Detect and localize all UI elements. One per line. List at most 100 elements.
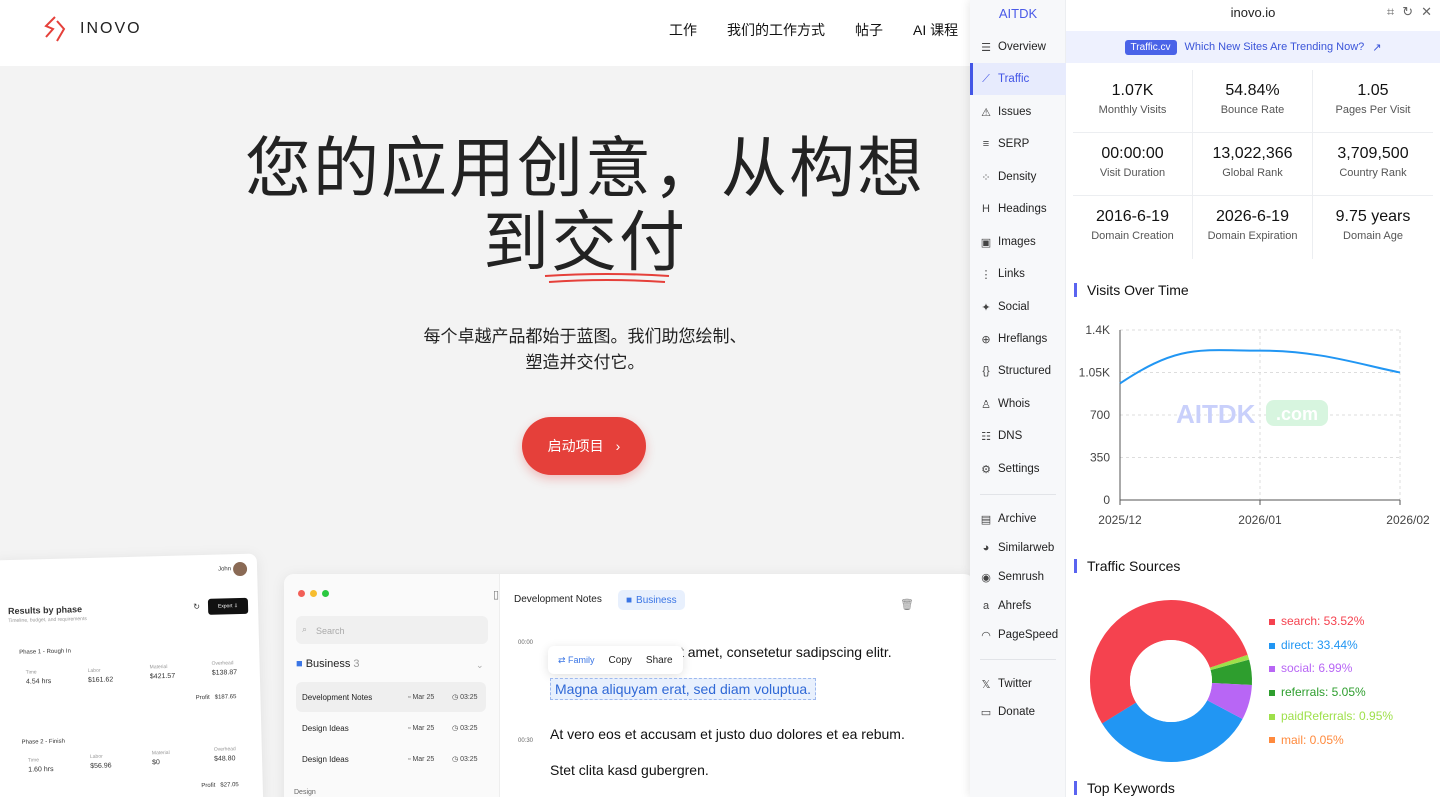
sidebar-item-archive[interactable]: ▤ Archive (970, 503, 1066, 535)
hero-underline-decoration (544, 273, 670, 283)
divider (980, 659, 1056, 660)
sidebar-item-whois[interactable]: ♙ Whois (970, 388, 1066, 420)
heading-icon: H (982, 203, 990, 215)
current-domain: inovo.io (1230, 5, 1276, 20)
p1-labor-label: Labor (87, 667, 101, 675)
promo-banner[interactable]: Traffic.cv Which New Sites Are Trending … (1066, 31, 1440, 63)
results-title: Results by phase (7, 604, 83, 617)
sidebar-item-serp[interactable]: ≡ SERP (970, 128, 1066, 160)
sidebar-item-donate[interactable]: ▭ Donate (970, 696, 1066, 728)
sidebar-item-label: Settings (998, 463, 1040, 475)
sidebar-item-density[interactable]: ⁘ Density (970, 161, 1066, 193)
nav-how-we-work[interactable]: 我们的工作方式 (727, 20, 825, 40)
sidebar-item-label: Ahrefs (998, 600, 1032, 612)
sidebar-item-structured[interactable]: {} Structured (970, 355, 1066, 387)
divider (980, 494, 1056, 495)
export-button: Export ⇩ (207, 597, 249, 615)
sidebar-item-settings[interactable]: ⚙ Settings (970, 453, 1066, 485)
stat-value: 2016-6-19 (1096, 208, 1169, 225)
search-list-icon: ≡ (982, 138, 990, 150)
legend-swatch (1269, 737, 1275, 744)
refresh-icon[interactable]: ↻ (1402, 4, 1413, 20)
chart-line-icon: ⟋ (982, 72, 990, 85)
logo[interactable]: INOVO (42, 15, 142, 43)
sidebar-item-social[interactable]: ✦ Social (970, 291, 1066, 323)
chevron-down-icon: ⌄ (476, 660, 484, 670)
stat-label: Domain Expiration (1207, 230, 1298, 242)
legend-item[interactable]: social: 6.99% (1269, 657, 1393, 681)
sidebar-item-label: Social (998, 301, 1030, 313)
banner-text: Which New Sites Are Trending Now? (1184, 41, 1365, 53)
sidebar-item-label: Traffic (998, 73, 1030, 85)
links-icon: ⋮ (980, 268, 992, 281)
sidebar-item-dns[interactable]: ☷ DNS (970, 420, 1066, 452)
p2-time-label: Time (27, 757, 40, 764)
p2-profit: Profit $27.05 (201, 782, 239, 789)
note-time: ◷ 03:25 (452, 694, 478, 701)
phase1-label: Phase 1 - Rough In (19, 648, 71, 656)
p1-time-label: Time (25, 669, 37, 676)
avatar (232, 561, 248, 577)
timestamp: 00:30 (518, 738, 534, 744)
start-project-button[interactable]: 启动项目 › (522, 417, 646, 475)
legend-item[interactable]: paidReferrals: 0.95% (1269, 705, 1393, 729)
p2-material-value: $0 (152, 759, 161, 767)
nav-posts[interactable]: 帖子 (855, 20, 883, 40)
semrush-icon: ◉ (981, 571, 991, 584)
sidebar-item-label: Images (998, 236, 1036, 248)
sidebar-item-headings[interactable]: H Headings (970, 193, 1066, 225)
legend-item[interactable]: search: 53.52% (1269, 610, 1393, 634)
sidebar-item-label: Density (998, 171, 1037, 183)
doc-badge: ■ Business (618, 590, 685, 610)
legend-swatch (1269, 666, 1275, 673)
sidebar-item-pagespeed[interactable]: ◠ PageSpeed (970, 619, 1066, 651)
crop-icon[interactable]: ⌗ (1387, 4, 1394, 20)
folder-business: ■ Business 3 (296, 658, 360, 670)
sidebar-item-links[interactable]: ⋮ Links (970, 258, 1066, 290)
hero-title-line2-b: 交付 (551, 204, 687, 281)
p2-labor-value: $56.96 (90, 762, 112, 771)
note-date: ▫ Mar 25 (408, 724, 435, 732)
note-time: ◷ 03:25 (452, 725, 478, 732)
p1-profit-label: Profit (195, 694, 210, 702)
sidebar-item-issues[interactable]: ⚠ Issues (970, 96, 1066, 128)
p1-labor: Labor $161.62 (88, 667, 114, 684)
legend-label: paidReferrals: 0.95% (1281, 708, 1394, 723)
legend-item[interactable]: referrals: 5.05% (1269, 681, 1393, 705)
stat-value: 3,709,500 (1337, 145, 1409, 162)
stat-label: Pages Per Visit (1335, 104, 1411, 116)
notes-mockup: ▯ Search ⌕ ■ Business 3 ⌄ Development No… (284, 574, 970, 797)
sidebar-item-label: Hreflangs (998, 333, 1048, 345)
p1-material-label: Material (149, 663, 168, 671)
sidebar-item-traffic[interactable]: ⟋ Traffic (970, 63, 1066, 95)
sidebar-item-hreflangs[interactable]: ⊕ Hreflangs (970, 323, 1066, 355)
p2-time-value: 1.60 hrs (28, 765, 54, 774)
sidebar-item-ahrefs[interactable]: a Ahrefs (970, 590, 1066, 622)
sidebar-item-label: Whois (998, 398, 1030, 410)
sidebar-item-label: Similarweb (998, 542, 1055, 554)
nav-work[interactable]: 工作 (669, 20, 697, 40)
note-paragraph: At vero eos et accusam et justo duo dolo… (550, 726, 905, 742)
note-title: Development Notes (302, 692, 373, 702)
doc-title: Development Notes (514, 594, 602, 605)
stat-label: Domain Creation (1091, 230, 1174, 242)
nav-ai-courses[interactable]: AI 课程 (913, 20, 958, 40)
sidebar-item-overview[interactable]: ☰ Overview (970, 31, 1066, 63)
legend-label: direct: 33.44% (1281, 637, 1358, 652)
folder-name: Business (305, 658, 351, 670)
sidebar-item-label: Semrush (998, 571, 1045, 583)
legend-item[interactable]: direct: 33.44% (1269, 634, 1393, 658)
sidebar-item-similarweb[interactable]: ◕ Similarweb (970, 532, 1066, 564)
legend-item[interactable]: mail: 0.05% (1269, 729, 1393, 753)
x-tick-label: 2026/02 (1386, 513, 1430, 527)
extension-sidebar: AITDK ☰ Overview ⟋ Traffic ⚠ Issues ≡ SERP ⁘… (970, 0, 1066, 797)
panel-actions: ⌗ ↻ ✕ (1387, 4, 1432, 20)
text-popover: ⇄ Family Copy Share (548, 646, 683, 674)
extension-brand[interactable]: AITDK (970, 0, 1066, 26)
archive-icon: ▤ (980, 513, 992, 526)
trending-icon: ↗ (1372, 41, 1382, 54)
sidebar-item-images[interactable]: ▣ Images (970, 226, 1066, 258)
stat-pages-per-visit: 1.05 Pages Per Visit (1313, 70, 1433, 133)
close-icon[interactable]: ✕ (1421, 4, 1432, 20)
sidebar-item-semrush[interactable]: ◉ Semrush (970, 561, 1066, 593)
